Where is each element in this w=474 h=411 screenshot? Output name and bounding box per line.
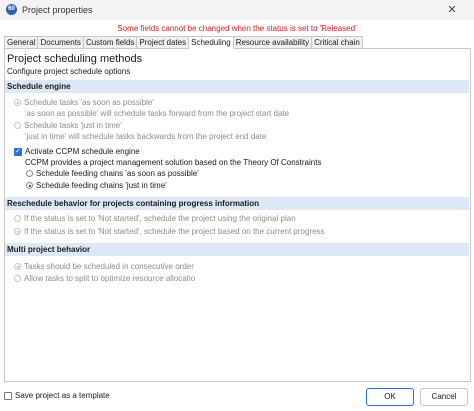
radio-schedule-jit[interactable]: Schedule tasks 'just in time'	[14, 121, 122, 130]
ccpm-description: CCPM provides a project management solut…	[25, 158, 322, 167]
window-title: Project properties	[22, 5, 93, 15]
radio-label: Schedule feeding chains 'just in time'	[36, 181, 167, 190]
checkbox-save-template[interactable]: Save project as a template	[4, 391, 110, 400]
checkbox-label: Activate CCPM schedule engine	[25, 147, 140, 156]
section-header-reschedule: Reschedule behavior for projects contain…	[5, 197, 469, 210]
radio-button[interactable]	[14, 122, 21, 129]
checkbox-checked-icon[interactable]: ✓	[14, 147, 22, 156]
ok-button[interactable]: OK	[366, 388, 414, 406]
radio-button[interactable]	[14, 99, 21, 106]
app-logo-icon: 60	[6, 4, 17, 15]
radio-button[interactable]	[26, 182, 33, 189]
radio-button[interactable]	[14, 215, 21, 222]
tab-strip: General Documents Custom fields Project …	[4, 36, 363, 49]
tab-general[interactable]: General	[4, 36, 39, 48]
checkbox-unchecked-icon[interactable]	[4, 391, 12, 400]
radio-button[interactable]	[14, 263, 21, 270]
close-icon[interactable]: ✕	[430, 0, 474, 20]
page-subtitle: Configure project schedule options	[7, 67, 131, 76]
checkbox-label: Save project as a template	[15, 391, 110, 400]
radio-button[interactable]	[14, 275, 21, 282]
tab-custom-fields[interactable]: Custom fields	[82, 36, 138, 48]
tab-critical-chain[interactable]: Critical chain	[311, 36, 363, 48]
title-bar: 60 Project properties ✕	[0, 0, 474, 20]
radio-label: Tasks should be scheduled in consecutive…	[24, 262, 194, 271]
radio-label: If the status is set to 'Not started', s…	[24, 214, 296, 223]
asap-note: 'as soon as possible' will schedule task…	[25, 109, 290, 118]
radio-feeding-jit[interactable]: Schedule feeding chains 'just in time'	[26, 181, 167, 190]
tab-scheduling[interactable]: Scheduling	[188, 36, 234, 49]
radio-label: Schedule tasks 'as soon as possible'	[24, 98, 154, 107]
section-header-schedule-engine: Schedule engine	[5, 80, 469, 93]
page-title: Project scheduling methods	[7, 53, 143, 65]
tab-resource-availability[interactable]: Resource availability	[232, 36, 313, 48]
radio-button[interactable]	[14, 228, 21, 235]
radio-label: If the status is set to 'Not started', s…	[24, 227, 325, 236]
tab-project-dates[interactable]: Project dates	[136, 36, 190, 48]
radio-label: Schedule feeding chains 'as soon as poss…	[36, 169, 199, 178]
radio-label: Schedule tasks 'just in time'	[24, 121, 122, 130]
radio-original-plan[interactable]: If the status is set to 'Not started', s…	[14, 214, 296, 223]
status-warning: Some fields cannot be changed when the s…	[117, 24, 357, 33]
section-header-multi-project: Multi project behavior	[5, 243, 469, 256]
jit-note: 'just in time' will schedule tasks backw…	[25, 132, 267, 141]
radio-label: Allow tasks to split to optimize resourc…	[24, 274, 196, 283]
radio-consecutive-order[interactable]: Tasks should be scheduled in consecutive…	[14, 262, 194, 271]
radio-schedule-asap[interactable]: Schedule tasks 'as soon as possible'	[14, 98, 154, 107]
checkbox-activate-ccpm[interactable]: ✓ Activate CCPM schedule engine	[14, 147, 140, 156]
radio-button[interactable]	[26, 170, 33, 177]
radio-feeding-asap[interactable]: Schedule feeding chains 'as soon as poss…	[26, 169, 199, 178]
radio-current-progress[interactable]: If the status is set to 'Not started', s…	[14, 227, 325, 236]
tab-documents[interactable]: Documents	[37, 36, 84, 48]
cancel-button[interactable]: Cancel	[420, 388, 468, 406]
radio-allow-split[interactable]: Allow tasks to split to optimize resourc…	[14, 274, 195, 283]
